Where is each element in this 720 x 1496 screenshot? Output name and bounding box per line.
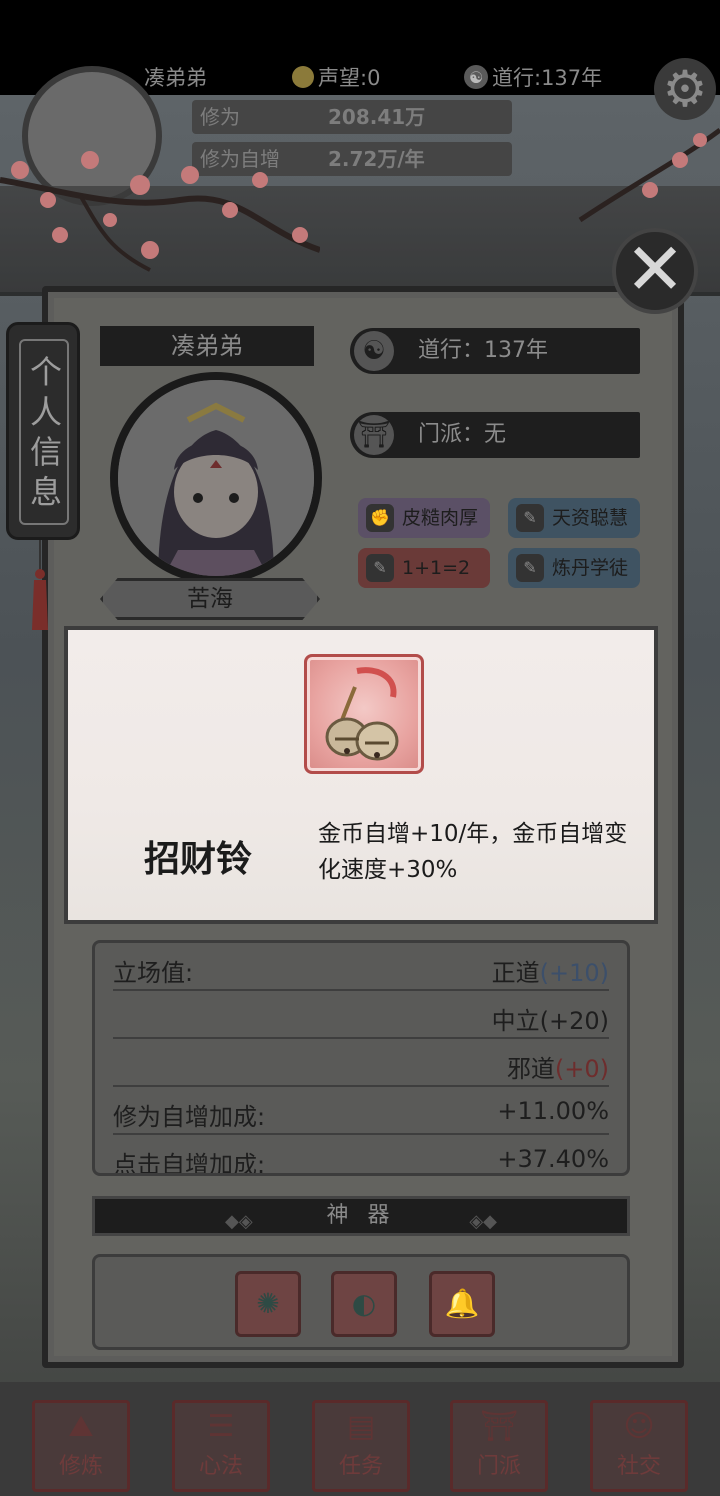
evil-value: (+0) bbox=[554, 1055, 609, 1083]
stat-value: +37.40% bbox=[497, 1145, 609, 1173]
bell-icon bbox=[304, 654, 424, 774]
trait-badge[interactable]: ✎ 炼丹学徒 bbox=[508, 548, 640, 588]
plum-blossom-icon-right bbox=[578, 127, 720, 223]
artifact-slot[interactable]: ◐ bbox=[331, 1271, 397, 1337]
trait-label: 1+1=2 bbox=[402, 557, 471, 579]
tab-personal-info[interactable]: 个人信息 bbox=[6, 322, 80, 540]
trait-badge[interactable]: ✎ 天资聪慧 bbox=[508, 498, 640, 538]
stat-label: 点击自增加成: bbox=[113, 1151, 266, 1176]
social-icon: ☺ bbox=[623, 1409, 655, 1444]
stat-value: 邪道(+0) bbox=[507, 1049, 609, 1084]
stat-row: 立场值: 正道(+10) bbox=[113, 945, 609, 991]
sect-chip: ⛩ 门派：无 bbox=[350, 412, 640, 458]
fist-icon: ✊ bbox=[366, 504, 394, 532]
cultivation-bar: 修为 208.41万 bbox=[192, 100, 512, 134]
hud-fame: 声望:0 bbox=[292, 62, 380, 92]
avatar bbox=[110, 372, 322, 584]
item-description: 金币自增+10/年，金币自增变化速度+30% bbox=[318, 821, 628, 883]
stat-row: 修为自增加成: +11.00% bbox=[113, 1089, 609, 1135]
bell-illustration bbox=[325, 667, 399, 761]
scroll-icon: ☰ bbox=[207, 1409, 235, 1444]
neutral-value: 中立(+20) bbox=[491, 1007, 609, 1035]
sect-text: 门派：无 bbox=[418, 422, 507, 447]
tab-personal-info-label: 个人信息 bbox=[19, 339, 69, 525]
trait-badge[interactable]: ✎ 1+1=2 bbox=[358, 548, 490, 588]
nav-task[interactable]: ▤ 任务 bbox=[312, 1400, 410, 1492]
character-name: 凑弟弟 bbox=[100, 326, 314, 366]
gear-icon[interactable]: ⚙ bbox=[654, 58, 716, 120]
nav-label: 任务 bbox=[338, 1454, 383, 1479]
nav-technique[interactable]: ☰ 心法 bbox=[172, 1400, 270, 1492]
stat-row: 点击自增加成: +37.40% bbox=[113, 1137, 609, 1176]
ornament-icon: ◈◆ bbox=[469, 1211, 497, 1232]
stat-row: 中立(+20) bbox=[113, 993, 609, 1039]
item-tooltip: 招财铃 金币自增+10/年，金币自增变化速度+30% bbox=[64, 626, 658, 924]
stat-label: 立场值: bbox=[113, 959, 194, 987]
sect-icon: ⛩ bbox=[479, 1409, 519, 1444]
close-icon[interactable]: ✕ bbox=[612, 228, 698, 314]
jade-token-icon: ✺ bbox=[256, 1287, 280, 1320]
artifact-header: ◆◈ 神 器 ◈◆ bbox=[92, 1196, 630, 1236]
hud-dao: ☯ 道行:137年 bbox=[464, 62, 602, 92]
nav-label: 门派 bbox=[476, 1454, 521, 1479]
nav-label: 心法 bbox=[198, 1454, 243, 1479]
hud-player-name: 凑弟弟 bbox=[144, 66, 207, 90]
nav-label: 社交 bbox=[616, 1454, 661, 1479]
stat-value: +11.00% bbox=[497, 1097, 609, 1125]
nav-label: 修炼 bbox=[58, 1454, 103, 1479]
yin-yang-icon: ☯ bbox=[354, 331, 394, 371]
fan-icon: ◐ bbox=[351, 1287, 377, 1320]
scroll-icon: ✎ bbox=[366, 554, 394, 582]
bell-icon: 🔔 bbox=[444, 1287, 480, 1320]
righteous-value: (+10) bbox=[539, 959, 609, 987]
artifact-slot[interactable]: 🔔 bbox=[429, 1271, 495, 1337]
trait-label: 皮糙肉厚 bbox=[402, 507, 479, 529]
stats-list[interactable]: 立场值: 正道(+10) 中立(+20) 邪道(+0) 修为自增加成: +11.… bbox=[92, 940, 630, 1176]
stat-label: 修为自增加成: bbox=[113, 1103, 266, 1131]
trait-badge[interactable]: ✊ 皮糙肉厚 bbox=[358, 498, 490, 538]
plum-blossom-icon bbox=[0, 151, 320, 272]
stat-row: 邪道(+0) bbox=[113, 1041, 609, 1087]
temple-icon: ⛩ bbox=[354, 415, 394, 455]
cultivation-rate-value: 2.72万/年 bbox=[328, 147, 425, 171]
artifact-slot[interactable]: ✺ bbox=[235, 1271, 301, 1337]
nav-social[interactable]: ☺ 社交 bbox=[590, 1400, 688, 1492]
character-portrait bbox=[118, 380, 314, 576]
artifact-header-label: 神 器 bbox=[326, 1203, 396, 1228]
cultivate-icon: ⛰ bbox=[68, 1409, 94, 1444]
artifact-slots: ✺ ◐ 🔔 bbox=[92, 1254, 630, 1350]
evil-label: 邪道 bbox=[506, 1055, 555, 1083]
hud-dao-label: 道行:137年 bbox=[492, 66, 603, 90]
dao-text: 道行：137年 bbox=[418, 338, 548, 363]
task-icon: ▤ bbox=[346, 1409, 376, 1444]
nav-sect[interactable]: ⛩ 门派 bbox=[450, 1400, 548, 1492]
stat-value: 正道(+10) bbox=[492, 953, 609, 988]
coin-icon bbox=[292, 66, 314, 88]
realm-title: 苦海 bbox=[100, 578, 320, 620]
scroll-icon: ✎ bbox=[516, 504, 544, 532]
item-name: 招财铃 bbox=[144, 839, 253, 880]
ornament-icon: ◆◈ bbox=[225, 1211, 253, 1232]
dao-chip: ☯ 道行：137年 bbox=[350, 328, 640, 374]
trait-label: 炼丹学徒 bbox=[552, 557, 629, 579]
tassel-icon bbox=[32, 540, 48, 630]
cultivation-label: 修为 bbox=[200, 105, 240, 129]
bottom-nav: ⛰ 修炼 ☰ 心法 ▤ 任务 ⛩ 门派 ☺ 社交 bbox=[0, 1382, 720, 1496]
scroll-icon: ✎ bbox=[516, 554, 544, 582]
nav-cultivate[interactable]: ⛰ 修炼 bbox=[32, 1400, 130, 1492]
trait-label: 天资聪慧 bbox=[552, 507, 629, 529]
cultivation-value: 208.41万 bbox=[328, 105, 426, 129]
hud-fame-label: 声望:0 bbox=[318, 66, 381, 90]
yin-yang-icon: ☯ bbox=[464, 65, 488, 89]
righteous-label: 正道 bbox=[491, 959, 540, 987]
